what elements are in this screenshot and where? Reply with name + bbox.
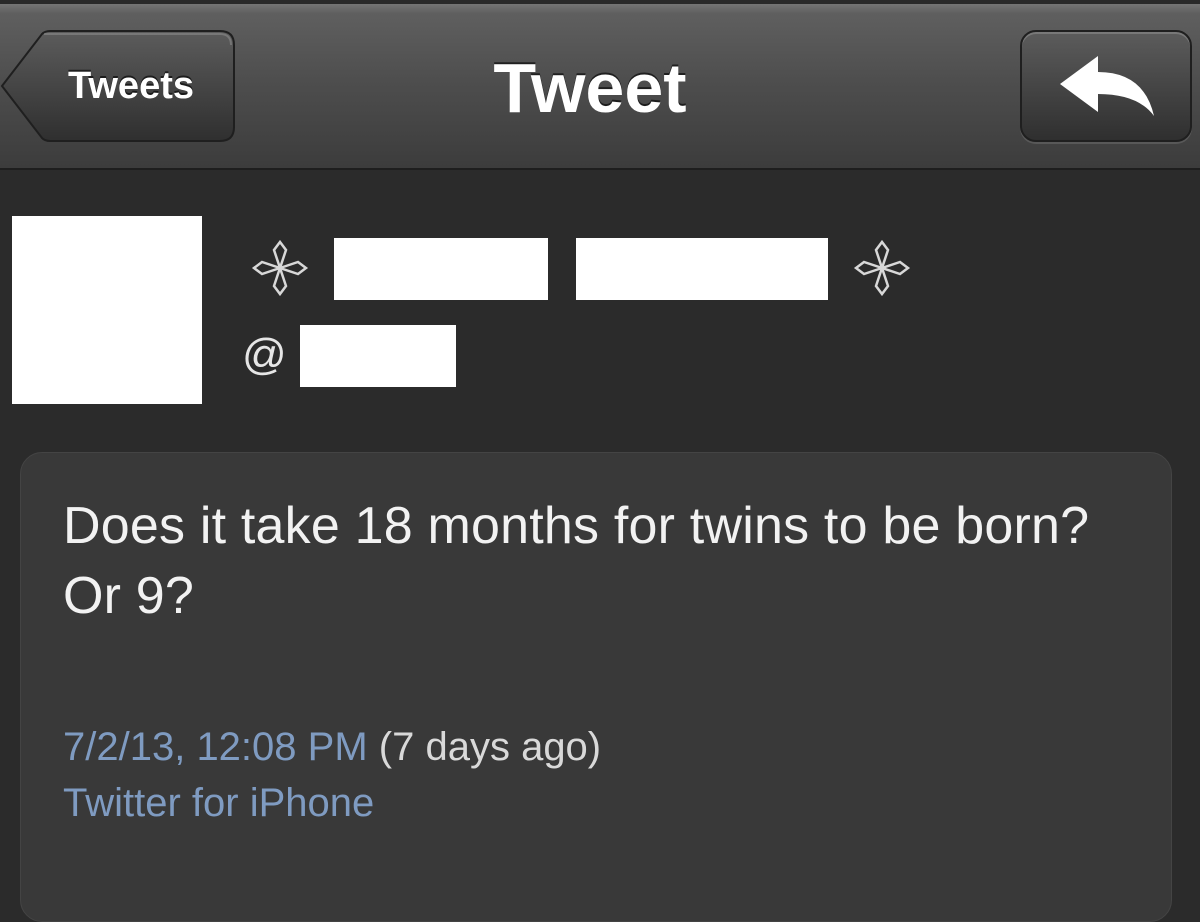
redacted-display-name-part-1 — [334, 238, 548, 300]
tweet-relative-time: (7 days ago) — [378, 725, 602, 769]
tweet-source-line: Twitter for iPhone — [63, 775, 374, 831]
navigation-bar: Tweets Tweet — [0, 0, 1200, 170]
tweet-timestamp[interactable]: 7/2/13, 12:08 PM — [63, 725, 368, 769]
page-title: Tweet — [493, 49, 687, 127]
avatar[interactable] — [12, 216, 202, 404]
flower-icon — [251, 239, 309, 297]
redacted-username — [300, 325, 456, 387]
tweet-text: Does it take 18 months for twins to be b… — [63, 497, 1090, 625]
tweet-card: Does it take 18 months for twins to be b… — [20, 452, 1172, 922]
reply-button[interactable] — [1020, 30, 1192, 142]
redacted-display-name-part-2 — [576, 238, 828, 300]
tweet-timestamp-line: 7/2/13, 12:08 PM (7 days ago) — [63, 719, 601, 775]
back-button-label: Tweets — [67, 65, 194, 107]
back-button[interactable]: Tweets — [0, 30, 236, 142]
flower-icon — [853, 239, 911, 297]
username-at-prefix: @ — [242, 330, 287, 379]
tweet-source[interactable]: Twitter for iPhone — [63, 781, 374, 825]
reply-arrow-icon — [1060, 56, 1154, 116]
